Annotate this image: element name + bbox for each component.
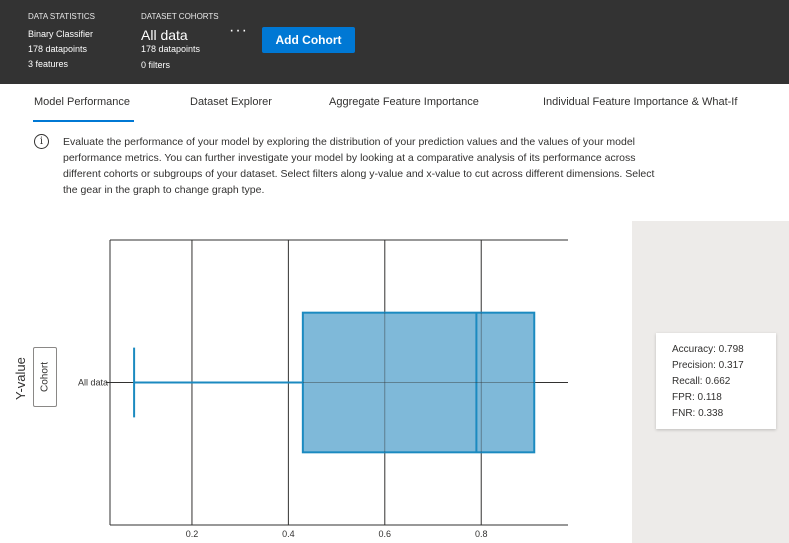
add-cohort-button[interactable]: Add Cohort (262, 27, 355, 53)
metrics-card: Accuracy: 0.798 Precision: 0.317 Recall:… (656, 333, 776, 429)
cohort-name: All data (141, 27, 188, 43)
tab-aggregate-feature-importance[interactable]: Aggregate Feature Importance (329, 96, 479, 108)
top-header: DATA STATISTICS Binary Classifier 178 da… (0, 0, 789, 84)
x-tick-label: 0.6 (379, 529, 392, 539)
tab-model-performance[interactable]: Model Performance (34, 96, 130, 108)
metric-fpr: FPR: 0.118 (672, 392, 722, 403)
y-tick-label: All data (78, 378, 108, 388)
dataset-cohorts-label: DATASET COHORTS (141, 12, 219, 21)
cohort-filters: 0 filters (141, 60, 171, 70)
metric-fnr: FNR: 0.338 (672, 408, 724, 419)
x-tick-label: 0.8 (475, 529, 488, 539)
datapoints-count: 178 datapoints (28, 44, 88, 54)
data-statistics-label: DATA STATISTICS (28, 12, 95, 21)
active-tab-indicator (33, 120, 134, 122)
description-text: Evaluate the performance of your model b… (63, 136, 655, 196)
x-tick-label: 0.2 (186, 529, 199, 539)
box-plot-chart: 0.2 0.4 0.6 0.8 All data (78, 239, 568, 539)
metric-accuracy: Accuracy: 0.798 (672, 344, 744, 355)
classifier-type: Binary Classifier (28, 29, 94, 39)
metric-precision: Precision: 0.317 (672, 360, 744, 371)
cohort-datapoints: 178 datapoints (141, 44, 201, 54)
tab-dataset-explorer[interactable]: Dataset Explorer (190, 96, 272, 108)
features-count: 3 features (28, 59, 69, 69)
more-options-icon[interactable]: ··· (229, 22, 248, 40)
tab-individual-feature-importance[interactable]: Individual Feature Importance & What-If (543, 96, 737, 108)
x-tick-label: 0.4 (282, 529, 295, 539)
tab-bar: Model Performance Dataset Explorer Aggre… (0, 84, 789, 122)
metric-recall: Recall: 0.662 (672, 376, 731, 387)
info-icon: i (34, 134, 49, 149)
